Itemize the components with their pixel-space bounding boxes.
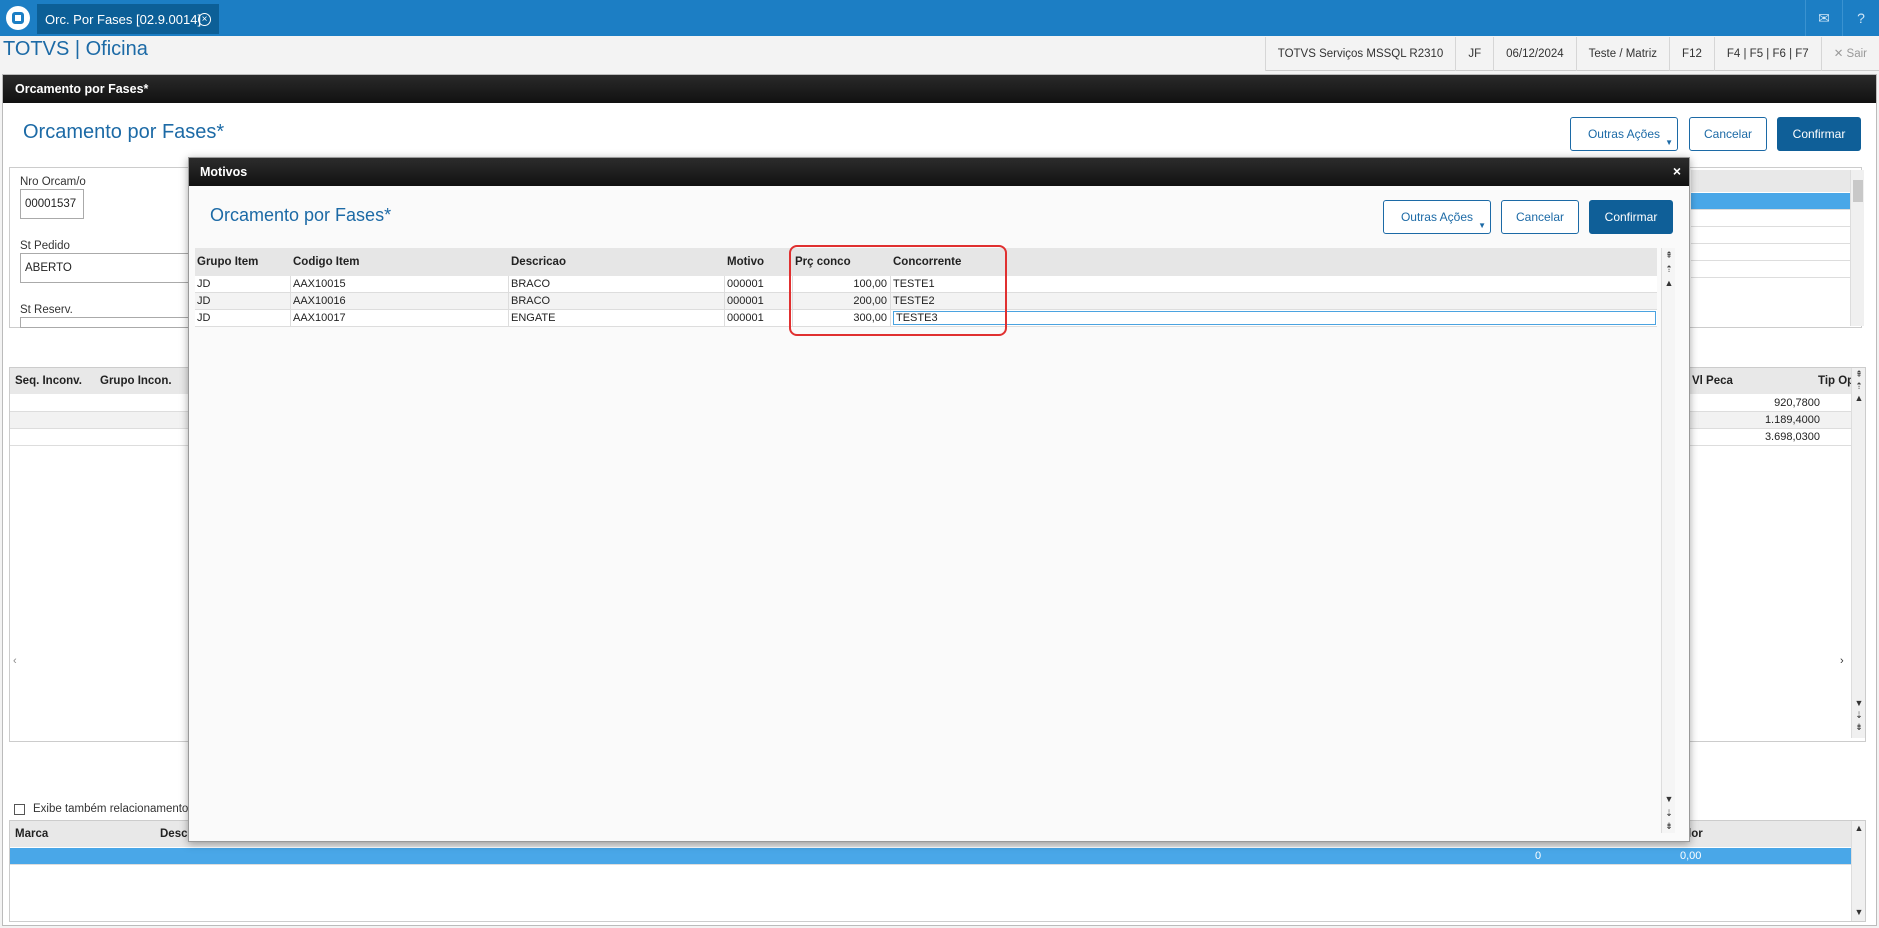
- dialog-confirm-button[interactable]: Confirmar: [1589, 200, 1673, 234]
- scroll-top-icon[interactable]: ⇞: [1662, 250, 1676, 261]
- col-valor[interactable]: lor: [1686, 821, 1726, 847]
- status-branch[interactable]: Teste / Matriz: [1575, 37, 1669, 71]
- tab-orc-por-fases[interactable]: Orc. Por Fases [02.9.0014] ×: [37, 4, 219, 34]
- scroll-bottom-icon[interactable]: ⇟: [1852, 722, 1866, 733]
- nro-orcamento-label: Nro Orcam/o: [20, 176, 86, 188]
- col-motivo[interactable]: Motivo: [725, 248, 793, 276]
- other-actions-button[interactable]: Outras Ações ▼: [1570, 117, 1678, 151]
- status-bar: TOTVS Serviços MSSQL R2310 JF 06/12/2024…: [1264, 37, 1879, 71]
- st-reserv-label: St Reserv.: [20, 304, 73, 316]
- scroll-right-icon[interactable]: ›: [1840, 655, 1844, 667]
- col-vl-peca[interactable]: Vl Peca: [1690, 368, 1790, 394]
- status-shortcuts[interactable]: F4 | F5 | F6 | F7: [1713, 37, 1821, 71]
- right-grid-header: [1691, 170, 1851, 192]
- scroll-down-icon[interactable]: ▼: [1852, 698, 1866, 708]
- scroll-page-down-icon[interactable]: ⇣: [1852, 710, 1866, 721]
- chevron-down-icon: ▼: [1665, 138, 1673, 147]
- close-icon: ✕: [1833, 48, 1847, 60]
- col-codigo-item[interactable]: Codigo Item: [291, 248, 509, 276]
- marca-row-selected[interactable]: 0 0,00: [10, 848, 1851, 865]
- app-topbar: Orc. Por Fases [02.9.0014] × ✉ ?: [0, 0, 1879, 36]
- status-date[interactable]: 06/12/2024: [1493, 37, 1576, 71]
- col-descricao[interactable]: Descricao: [509, 248, 725, 276]
- main-subtitle: Orcamento por Fases*: [23, 121, 225, 143]
- st-reserv-input[interactable]: [20, 317, 190, 328]
- mail-icon[interactable]: ✉: [1805, 0, 1842, 36]
- col-seq-inconv[interactable]: Seq. Inconv.: [13, 368, 93, 394]
- relationships-checkbox-label: Exibe também relacionamentos: [33, 803, 195, 815]
- dialog-other-actions-button[interactable]: Outras Ações ▼: [1383, 200, 1491, 234]
- col-grupo-incon[interactable]: Grupo Incon.: [98, 368, 188, 394]
- right-grid-row[interactable]: [1691, 210, 1851, 227]
- right-grid-row-selected[interactable]: [1691, 193, 1851, 210]
- dialog-grid-scrollbar[interactable]: ⇞ ⇡ ▲ ▼ ⇣ ⇟: [1661, 248, 1675, 833]
- help-icon[interactable]: ?: [1842, 0, 1879, 36]
- st-pedido-label: St Pedido: [20, 240, 70, 252]
- confirm-button[interactable]: Confirmar: [1777, 117, 1861, 151]
- dialog-cancel-button[interactable]: Cancelar: [1501, 200, 1579, 234]
- nro-orcamento-input[interactable]: 00001537: [20, 189, 84, 219]
- scroll-page-up-icon[interactable]: ⇡: [1662, 264, 1676, 275]
- right-grid-row[interactable]: [1691, 261, 1851, 278]
- scroll-left-icon[interactable]: ‹: [13, 655, 17, 667]
- main-window-title: Orcamento por Fases*: [3, 75, 1876, 103]
- dialog-title: Motivos ×: [189, 158, 1689, 186]
- scroll-down-icon[interactable]: ▼: [1852, 907, 1866, 917]
- relationships-checkbox[interactable]: [14, 804, 25, 815]
- marca-grid-scrollbar[interactable]: ▲ ▼: [1851, 821, 1865, 921]
- app-title: TOTVS | Oficina: [3, 38, 148, 60]
- scroll-up-icon[interactable]: ▲: [1662, 278, 1676, 288]
- cancel-button[interactable]: Cancelar: [1689, 117, 1767, 151]
- scroll-page-up-icon[interactable]: ⇡: [1852, 381, 1866, 392]
- chevron-down-icon: ▼: [1478, 221, 1486, 230]
- right-grid-row[interactable]: [1691, 227, 1851, 244]
- col-marca[interactable]: Marca: [13, 821, 93, 847]
- col-grupo-item[interactable]: Grupo Item: [195, 248, 291, 276]
- scroll-top-icon[interactable]: ⇞: [1852, 369, 1866, 380]
- status-f12[interactable]: F12: [1669, 37, 1714, 71]
- scroll-up-icon[interactable]: ▲: [1852, 823, 1866, 833]
- close-icon[interactable]: ×: [1673, 163, 1681, 179]
- scroll-down-icon[interactable]: ▼: [1662, 794, 1676, 804]
- scroll-bottom-icon[interactable]: ⇟: [1662, 821, 1676, 832]
- totvs-logo-icon[interactable]: [0, 0, 36, 36]
- status-user[interactable]: JF: [1455, 37, 1493, 71]
- exit-button[interactable]: ✕ Sair: [1820, 37, 1879, 71]
- tab-label: Orc. Por Fases [02.9.0014]: [45, 12, 202, 27]
- st-pedido-input[interactable]: ABERTO: [20, 253, 190, 283]
- right-grid-scrollbar[interactable]: [1850, 170, 1864, 326]
- dialog-subtitle: Orcamento por Fases*: [210, 205, 392, 225]
- tab-close-icon[interactable]: ×: [198, 13, 211, 26]
- scroll-page-down-icon[interactable]: ⇣: [1662, 808, 1676, 819]
- inconv-grid-scrollbar[interactable]: ⇞ ⇡ ▲ ▼ ⇣ ⇟: [1851, 368, 1865, 738]
- status-environment[interactable]: TOTVS Serviços MSSQL R2310: [1264, 37, 1456, 71]
- scroll-up-icon[interactable]: ▲: [1852, 393, 1866, 403]
- col-tip-op[interactable]: Tip Op: [1816, 368, 1856, 394]
- highlight-annotation: [789, 245, 1007, 336]
- right-grid-row[interactable]: [1691, 244, 1851, 261]
